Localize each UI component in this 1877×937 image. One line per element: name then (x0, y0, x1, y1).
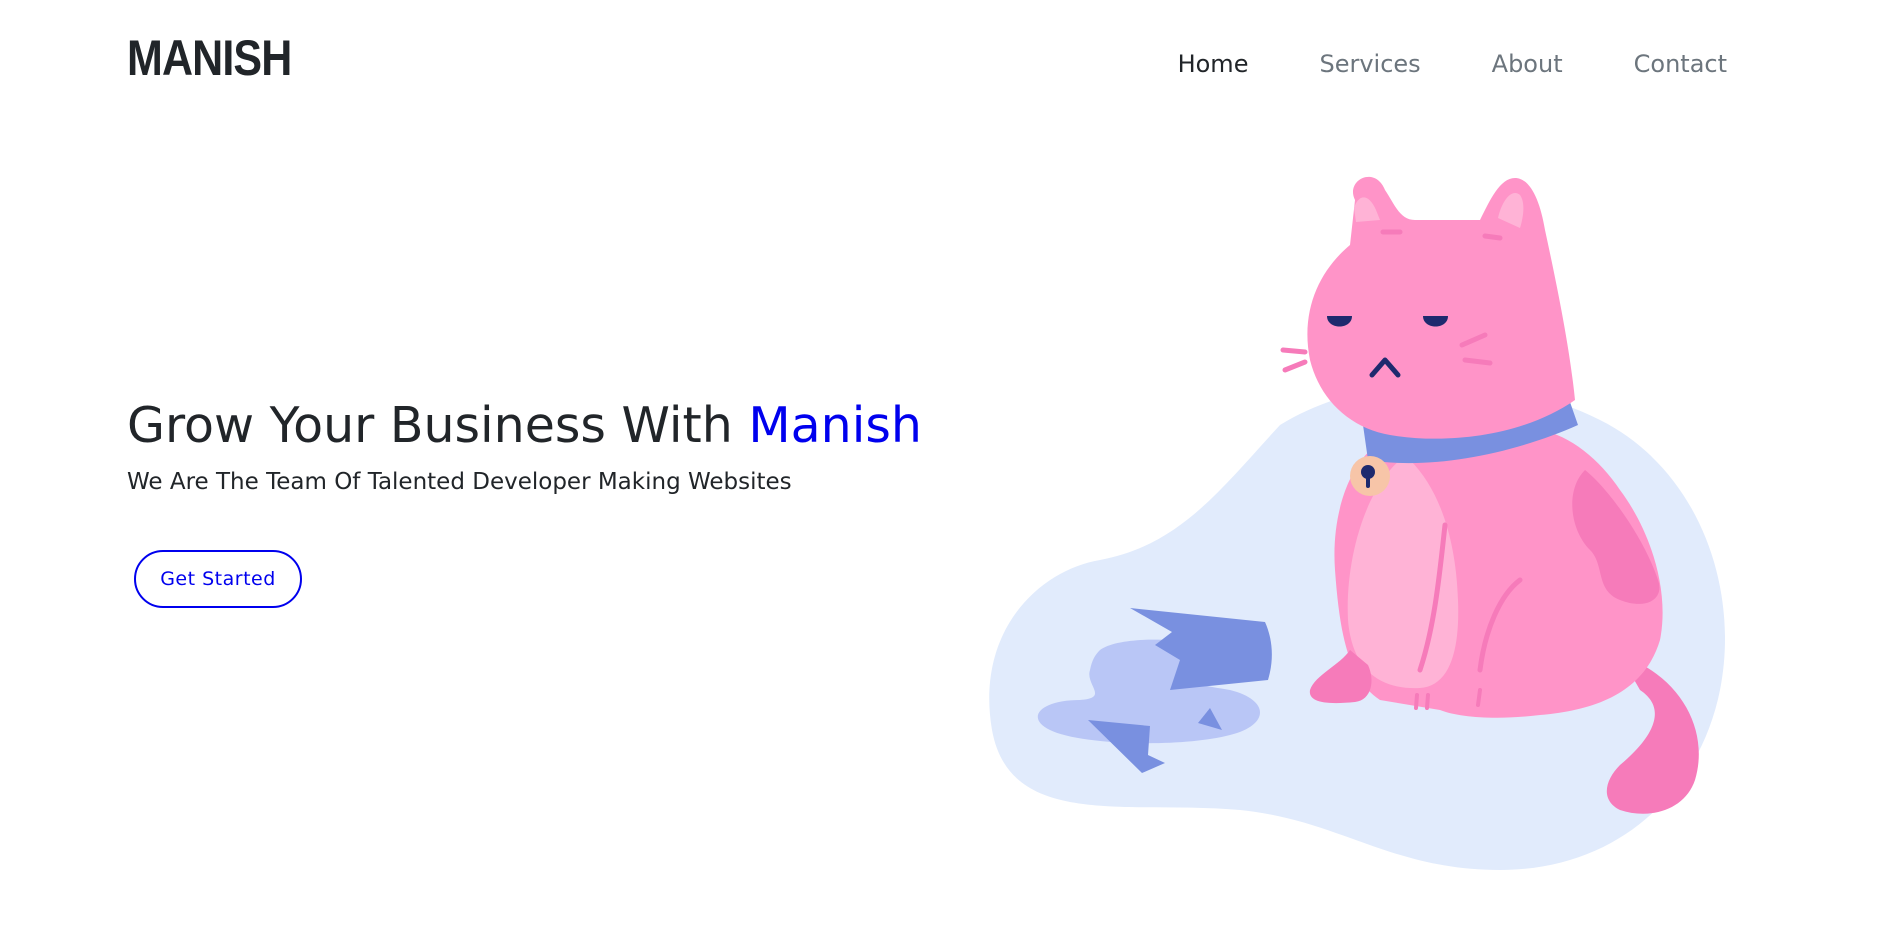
headline-prefix: Grow Your Business With (127, 397, 749, 454)
cat-head (1307, 176, 1575, 439)
hero-headline: Grow Your Business With Manish (127, 392, 987, 460)
main-nav: Home Services About Contact (1107, 46, 1727, 82)
nav-link-services[interactable]: Services (1319, 46, 1420, 82)
cat-whiskers-left (1280, 347, 1308, 373)
hero-text: Grow Your Business With Manish We Are Th… (127, 392, 987, 498)
navbar: MANISH Home Services About Contact (0, 0, 1877, 120)
hero-subheadline: We Are The Team Of Talented Developer Ma… (127, 469, 792, 495)
landing-page: MANISH Home Services About Contact Grow … (0, 0, 1877, 937)
nav-link-contact[interactable]: Contact (1634, 46, 1727, 82)
brand-logo[interactable]: MANISH (127, 28, 292, 88)
nav-link-about[interactable]: About (1492, 46, 1563, 82)
get-started-button[interactable]: Get Started (134, 550, 302, 608)
nav-link-home[interactable]: Home (1178, 46, 1249, 82)
sad-cat-broken-pot-illustration (989, 176, 1725, 870)
headline-accent: Manish (748, 397, 922, 454)
